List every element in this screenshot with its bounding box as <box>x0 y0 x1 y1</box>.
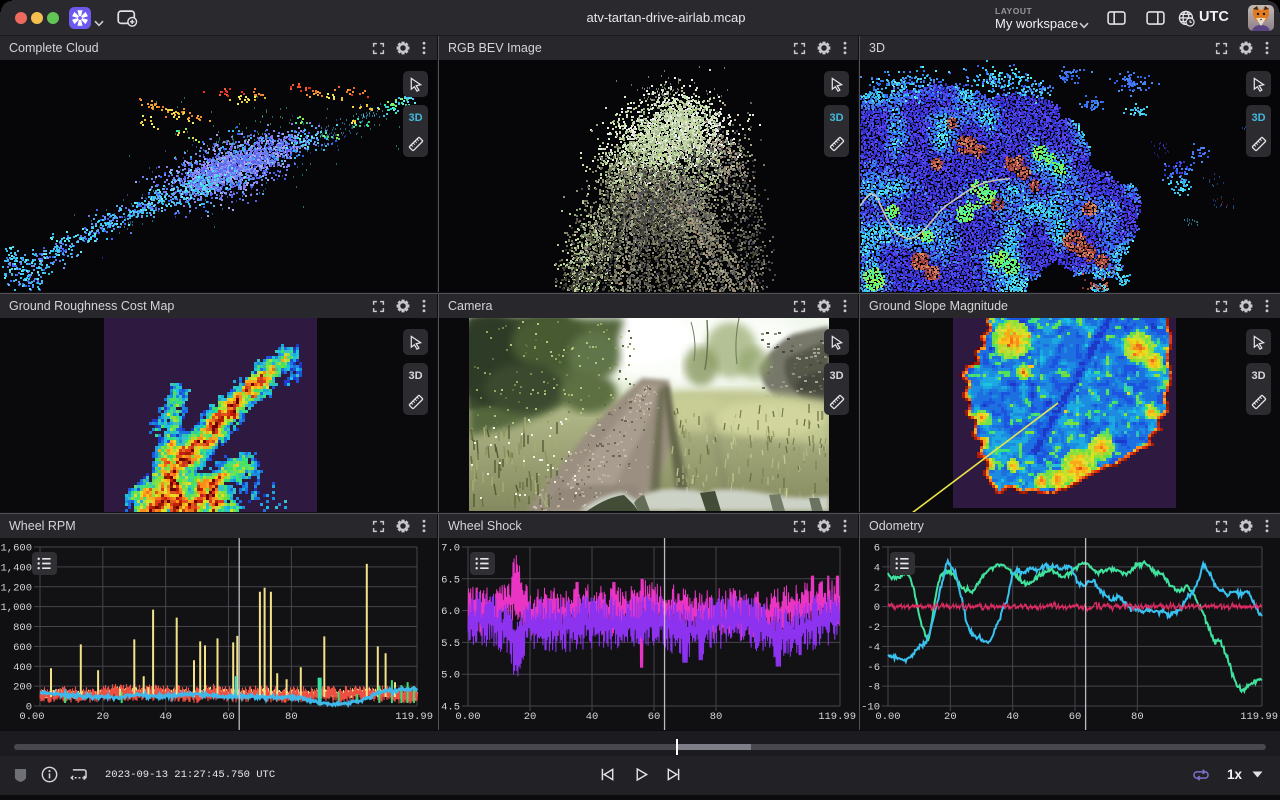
svg-text:1,600: 1,600 <box>0 543 32 555</box>
svg-text:80: 80 <box>1131 711 1144 723</box>
svg-text:0.00: 0.00 <box>455 711 480 723</box>
svg-text:80: 80 <box>285 711 298 723</box>
svg-text:60: 60 <box>1069 711 1082 723</box>
svg-text:40: 40 <box>586 711 599 723</box>
svg-text:119.99: 119.99 <box>818 711 856 723</box>
svg-text:119.99: 119.99 <box>1240 711 1278 723</box>
svg-text:60: 60 <box>222 711 235 723</box>
svg-text:5.0: 5.0 <box>441 670 460 682</box>
svg-text:-6: -6 <box>867 662 880 674</box>
svg-text:1,000: 1,000 <box>0 602 32 614</box>
svg-text:6.5: 6.5 <box>441 574 460 586</box>
svg-text:7.0: 7.0 <box>441 543 460 555</box>
svg-text:0.00: 0.00 <box>875 711 900 723</box>
svg-text:80: 80 <box>710 711 723 723</box>
svg-text:800: 800 <box>13 622 32 634</box>
svg-text:400: 400 <box>13 662 32 674</box>
svg-text:600: 600 <box>13 642 32 654</box>
svg-text:6: 6 <box>874 543 880 555</box>
svg-text:20: 20 <box>944 711 957 723</box>
svg-text:5.5: 5.5 <box>441 638 460 650</box>
svg-text:1,200: 1,200 <box>0 582 32 594</box>
svg-text:20: 20 <box>524 711 537 723</box>
svg-text:2: 2 <box>874 582 880 594</box>
svg-text:0.00: 0.00 <box>19 711 44 723</box>
svg-text:4: 4 <box>874 562 880 574</box>
svg-text:119.99: 119.99 <box>395 711 433 723</box>
svg-text:6.0: 6.0 <box>441 606 460 618</box>
svg-text:20: 20 <box>97 711 110 723</box>
svg-text:200: 200 <box>13 682 32 694</box>
svg-text:60: 60 <box>648 711 661 723</box>
svg-text:-4: -4 <box>867 642 880 654</box>
svg-text:0: 0 <box>874 602 880 614</box>
svg-text:1,400: 1,400 <box>0 562 32 574</box>
svg-text:40: 40 <box>159 711 172 723</box>
svg-text:-8: -8 <box>867 682 880 694</box>
svg-text:-2: -2 <box>867 622 880 634</box>
svg-text:40: 40 <box>1006 711 1019 723</box>
